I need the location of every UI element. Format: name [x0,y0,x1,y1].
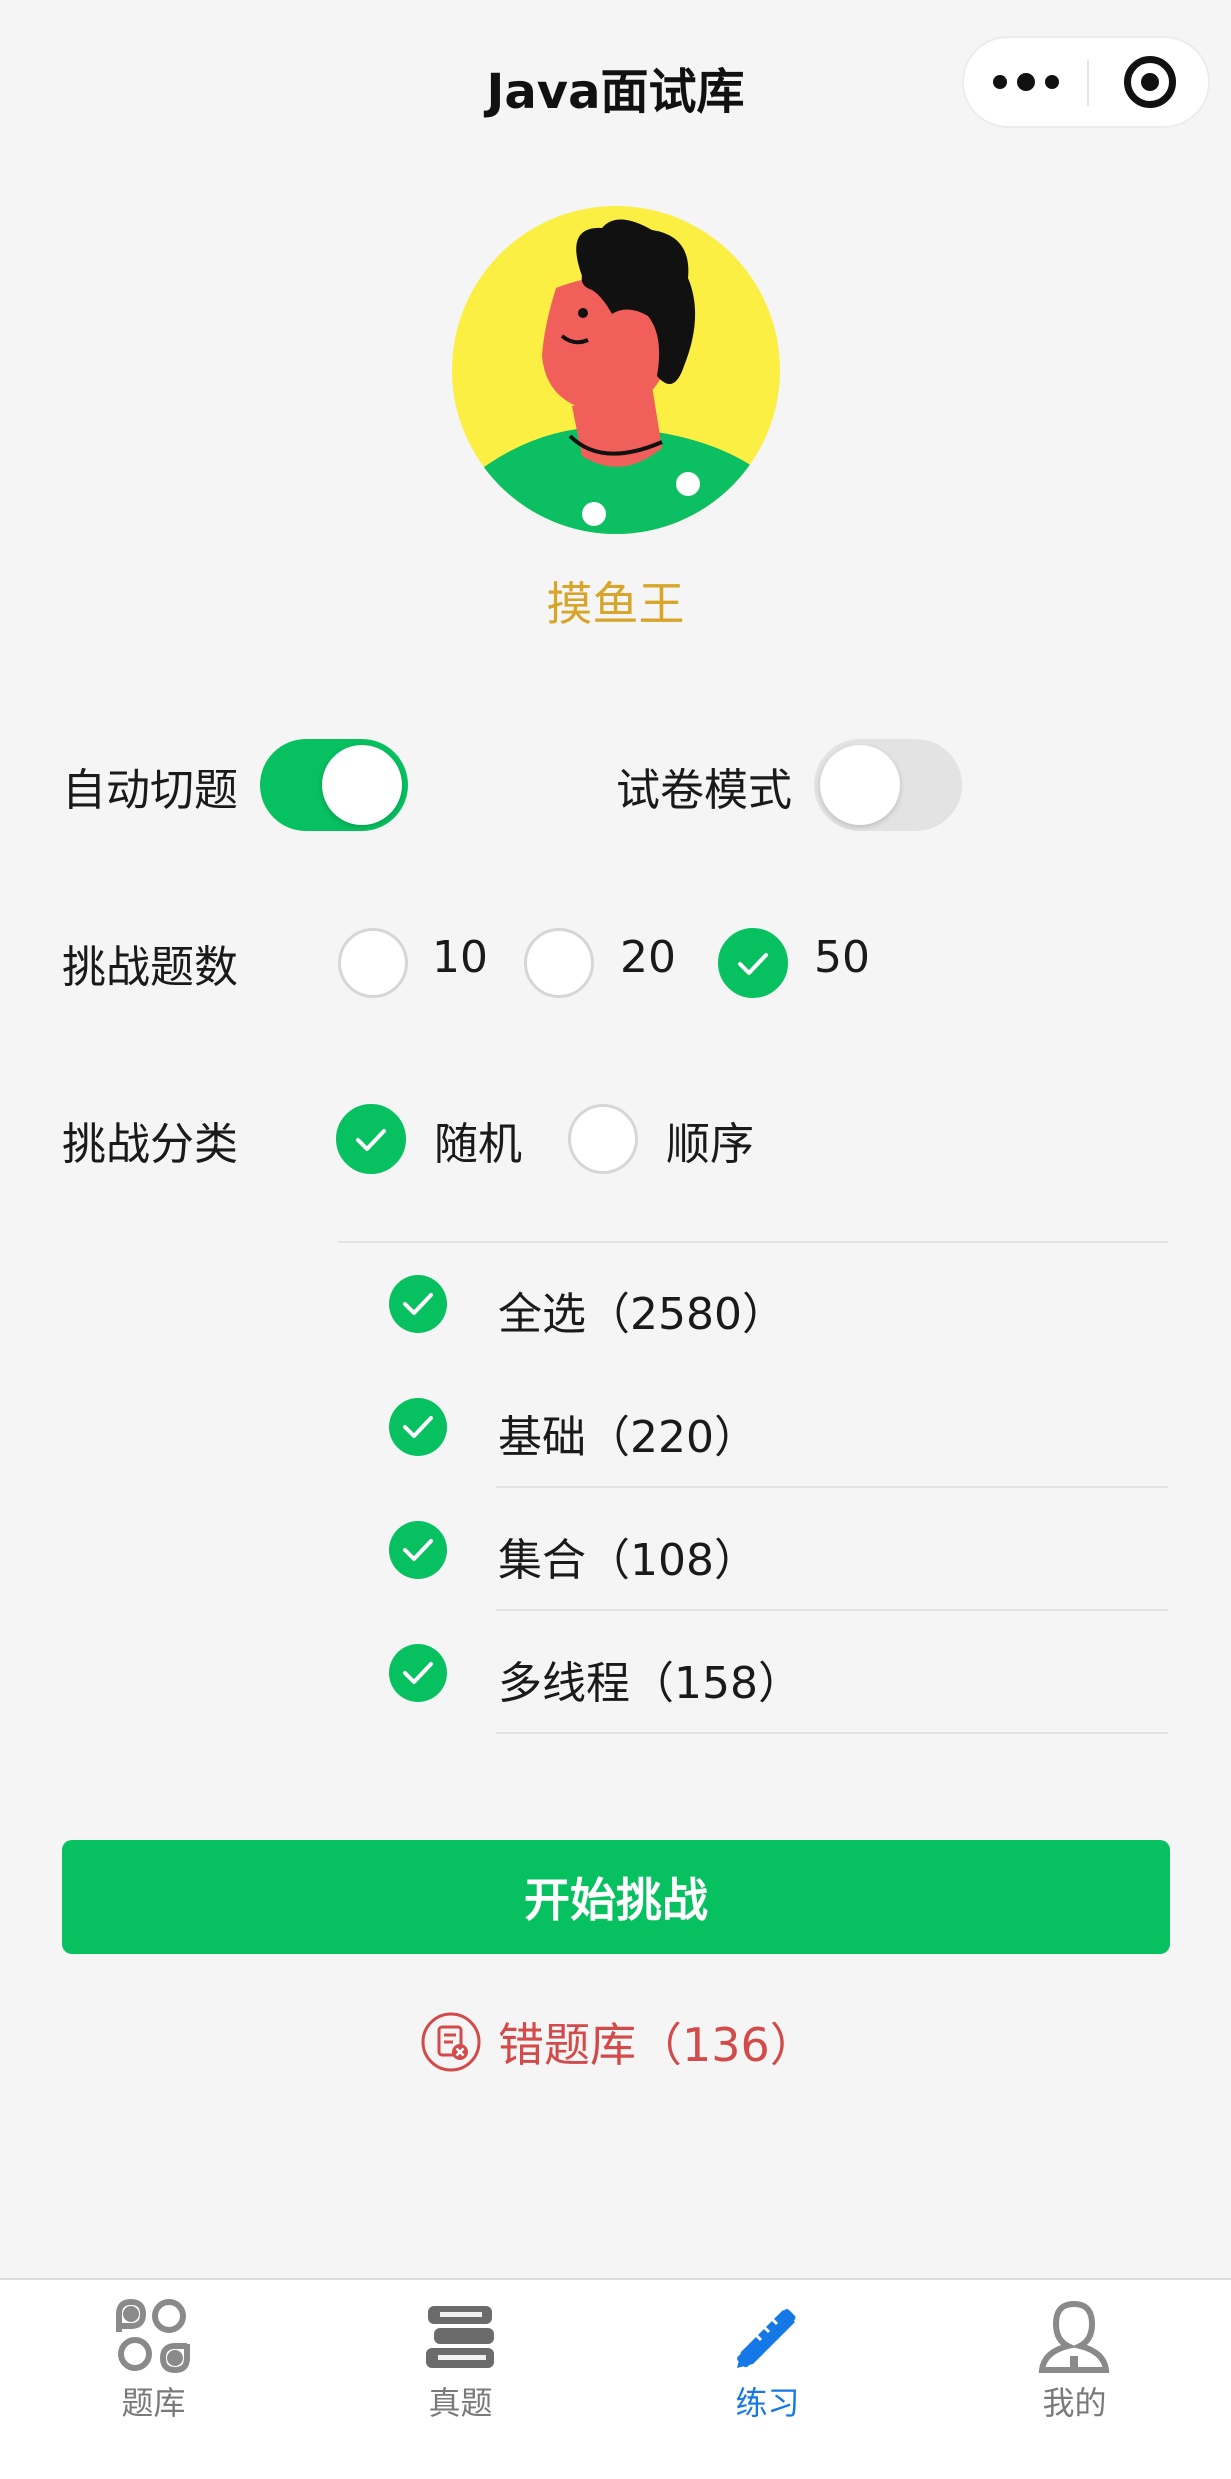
tab-real-questions[interactable]: 真题 [307,2280,614,2422]
tab-label: 我的 [1042,2384,1107,2422]
wrong-bank-label: 错题库（136） [498,2018,816,2072]
check-icon [403,1293,433,1315]
count-radio-10[interactable] [338,928,408,998]
count-option-label: 50 [814,932,870,983]
order-option-label: 顺序 [666,1119,754,1170]
check-icon [356,1129,386,1151]
more-dots-icon-center [1016,73,1035,91]
category-checkbox-collections[interactable] [389,1521,447,1579]
challenge-count-label: 挑战题数 [62,942,238,993]
tab-bar: 题库 真题 练习 我的 [0,2278,1231,2479]
exam-mode-label: 试卷模式 [616,765,792,816]
count-option-label: 20 [620,932,676,983]
category-checkbox-all[interactable] [389,1275,447,1333]
divider [496,1609,1168,1611]
divider [338,1241,1168,1243]
tab-label: 题库 [121,2384,186,2422]
person-icon [1038,2300,1110,2373]
order-radio-sequential[interactable] [568,1104,638,1174]
category-label: 集合（108） [498,1535,758,1586]
close-button[interactable] [1089,38,1210,126]
clover-grid-icon [116,2298,190,2374]
username: 摸鱼王 [546,577,685,631]
count-option-label: 10 [432,932,488,983]
count-radio-20[interactable] [524,928,594,998]
challenge-category-label: 挑战分类 [62,1119,238,1170]
exam-mode-toggle[interactable] [814,739,962,831]
wrong-question-bank-link[interactable]: 错题库（136） [420,2010,816,2074]
check-icon [403,1662,433,1684]
pencil-ruler-icon [737,2308,796,2368]
tab-mine[interactable]: 我的 [921,2280,1228,2422]
order-radio-random[interactable] [336,1104,406,1174]
auto-switch-toggle[interactable] [260,739,408,831]
more-button[interactable] [964,38,1087,126]
category-checkbox-multithreading[interactable] [389,1644,447,1702]
auto-switch-label: 自动切题 [62,765,238,816]
divider [496,1732,1168,1734]
check-icon [403,1416,433,1438]
category-label: 多线程（158） [498,1658,802,1709]
divider [496,1486,1168,1488]
category-checkbox-basic[interactable] [389,1398,447,1456]
wrong-book-icon [421,2012,481,2072]
book-stack-icon [426,2306,494,2368]
nav-bar: Java面试库 [0,0,1231,165]
category-label: 基础（220） [498,1412,758,1463]
more-dots-icon-right [1044,75,1059,89]
category-label: 全选（2580） [498,1289,786,1340]
target-close-icon [1123,56,1176,108]
check-icon [738,953,768,975]
tab-label: 练习 [735,2384,800,2422]
start-challenge-button[interactable]: 开始挑战 [62,1840,1170,1954]
tab-question-bank[interactable]: 题库 [0,2280,307,2422]
avatar[interactable] [452,206,780,534]
mini-program-capsule [962,36,1210,128]
tab-practice[interactable]: 练习 [614,2280,921,2422]
order-option-label: 随机 [434,1119,522,1170]
count-radio-50[interactable] [718,928,788,998]
tab-label: 真题 [428,2384,493,2422]
more-dots-icon [992,75,1007,89]
check-icon [403,1539,433,1561]
